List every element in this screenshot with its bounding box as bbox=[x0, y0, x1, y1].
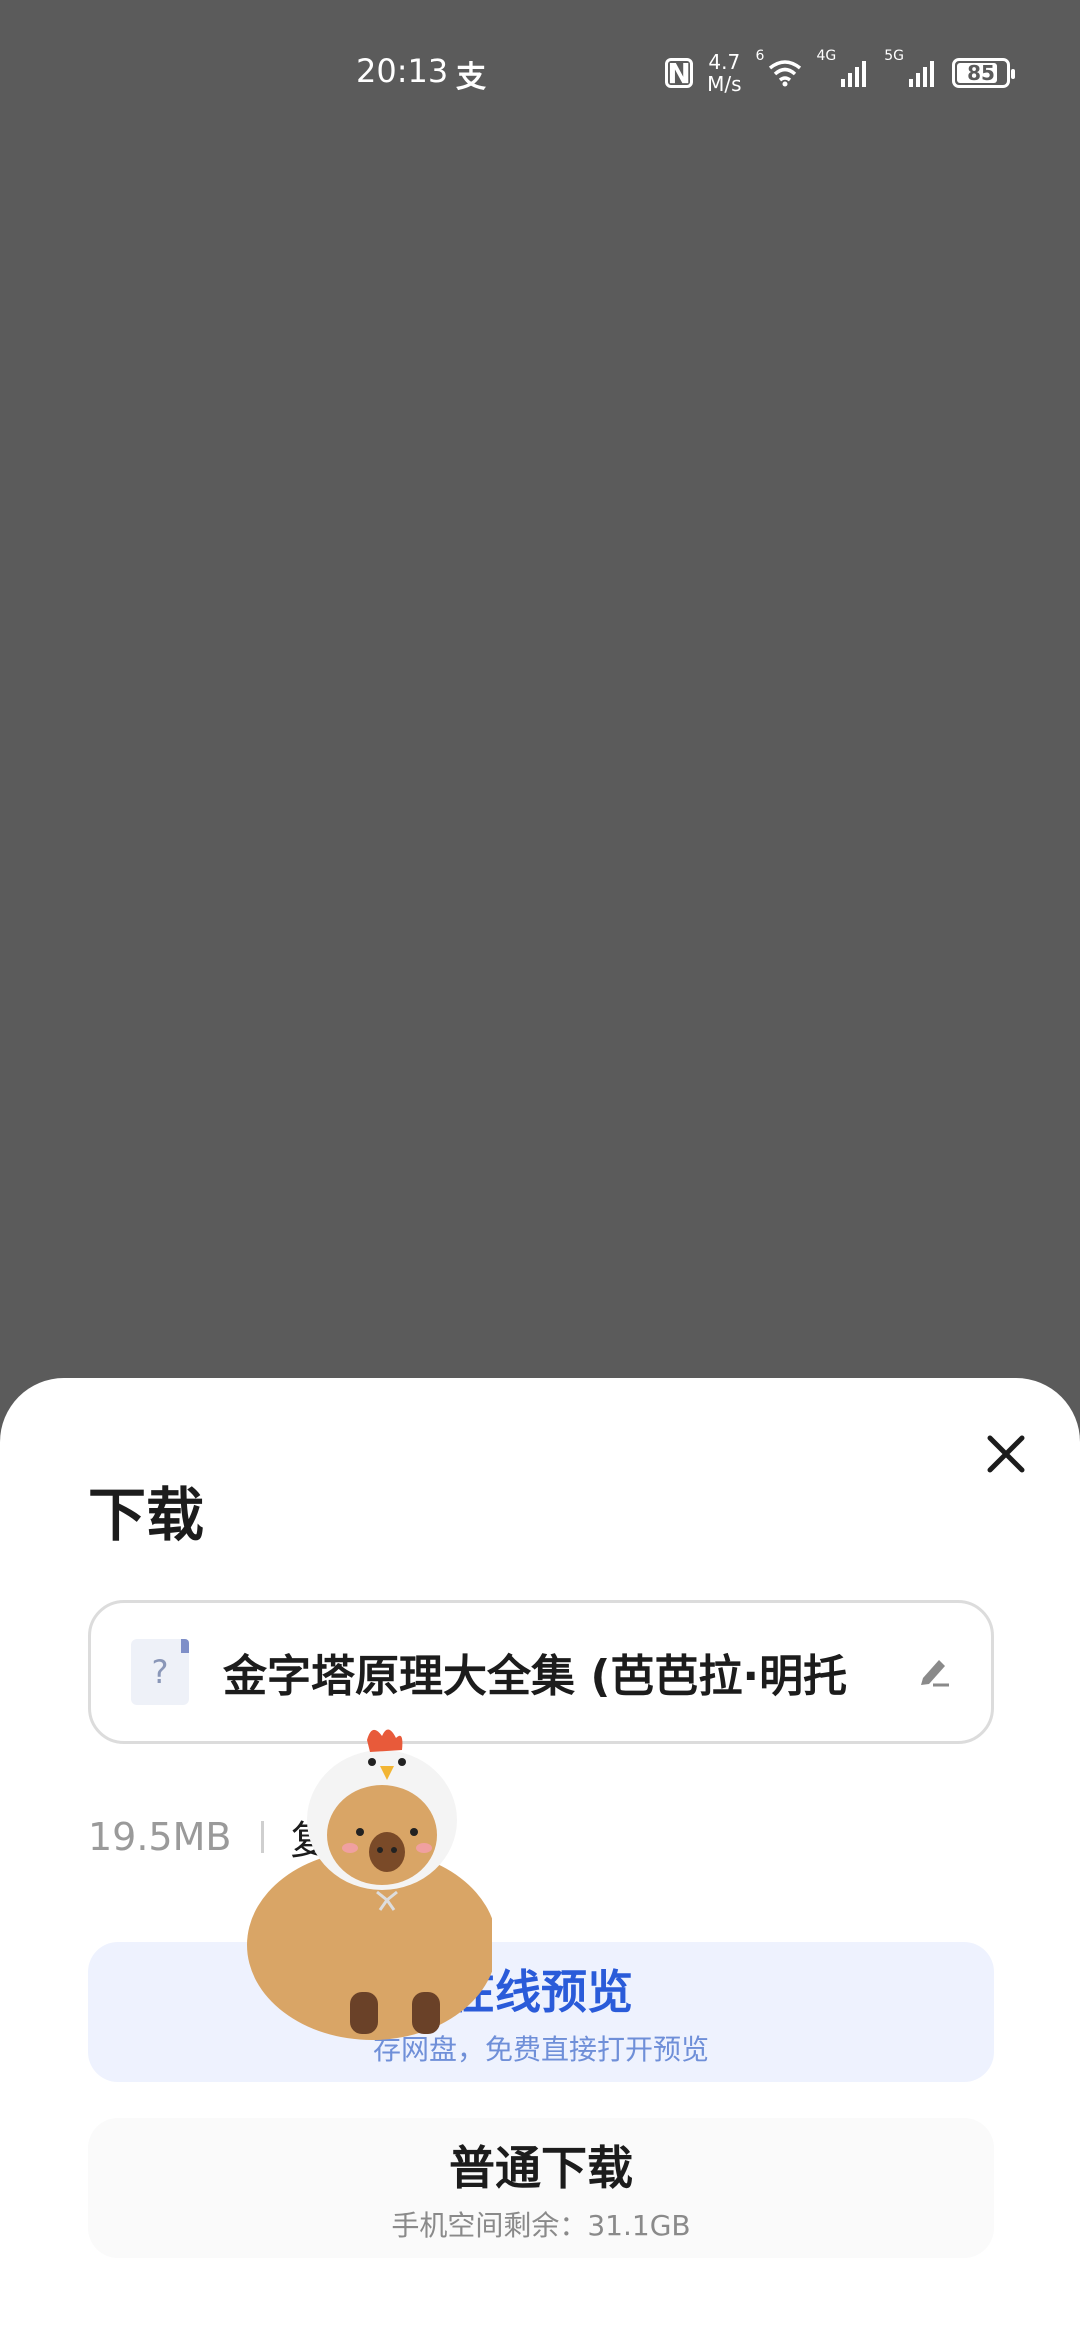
status-time: 20:13 bbox=[356, 52, 449, 90]
alipay-icon: 支 bbox=[456, 60, 486, 95]
filename-text: 金字塔原理大全集 (芭芭拉·明托 bbox=[223, 1651, 848, 1702]
speed-value: 4.7 bbox=[708, 50, 741, 74]
status-icons: N 4.7 M/s 6 4G 5G 85 bbox=[665, 48, 1015, 98]
battery-icon: 85 bbox=[952, 58, 1015, 88]
net1-label: 4G bbox=[816, 48, 837, 64]
unknown-file-icon: ? bbox=[131, 1639, 189, 1705]
download-title: 普通下载 bbox=[449, 2141, 633, 2195]
online-preview-button[interactable]: 在线预览 存网盘，免费直接打开预览 bbox=[88, 1942, 994, 2082]
download-sheet: 下载 ? 金字塔原理大全集 (芭芭拉·明托 19.5MB 复 在线预览 存网盘，… bbox=[0, 1378, 1080, 2344]
capybara-sticker[interactable] bbox=[232, 1700, 497, 2040]
speed-unit: M/s bbox=[707, 72, 742, 96]
wifi-icon bbox=[768, 59, 802, 87]
signal-icon-1 bbox=[840, 59, 870, 87]
signal-icon-2 bbox=[908, 59, 938, 87]
file-size: 19.5MB bbox=[88, 1815, 232, 1859]
close-icon bbox=[987, 1435, 1025, 1473]
download-subtitle: 手机空间剩余：31.1GB bbox=[391, 2209, 691, 2242]
nfc-icon: N bbox=[665, 57, 694, 90]
sheet-title: 下载 bbox=[88, 1481, 205, 1549]
net2-label: 5G bbox=[884, 48, 904, 64]
status-bar: 20:13 支 N 4.7 M/s 6 4G 5G 85 bbox=[0, 0, 1080, 150]
wifi-tag: 6 bbox=[755, 48, 765, 64]
normal-download-button[interactable]: 普通下载 手机空间剩余：31.1GB bbox=[88, 2118, 994, 2258]
network-speed: 4.7 M/s bbox=[707, 51, 741, 95]
close-button[interactable] bbox=[976, 1424, 1036, 1484]
battery-percent: 85 bbox=[967, 61, 995, 85]
edit-icon[interactable] bbox=[915, 1652, 951, 1692]
filename-field[interactable]: ? 金字塔原理大全集 (芭芭拉·明托 bbox=[88, 1600, 994, 1744]
